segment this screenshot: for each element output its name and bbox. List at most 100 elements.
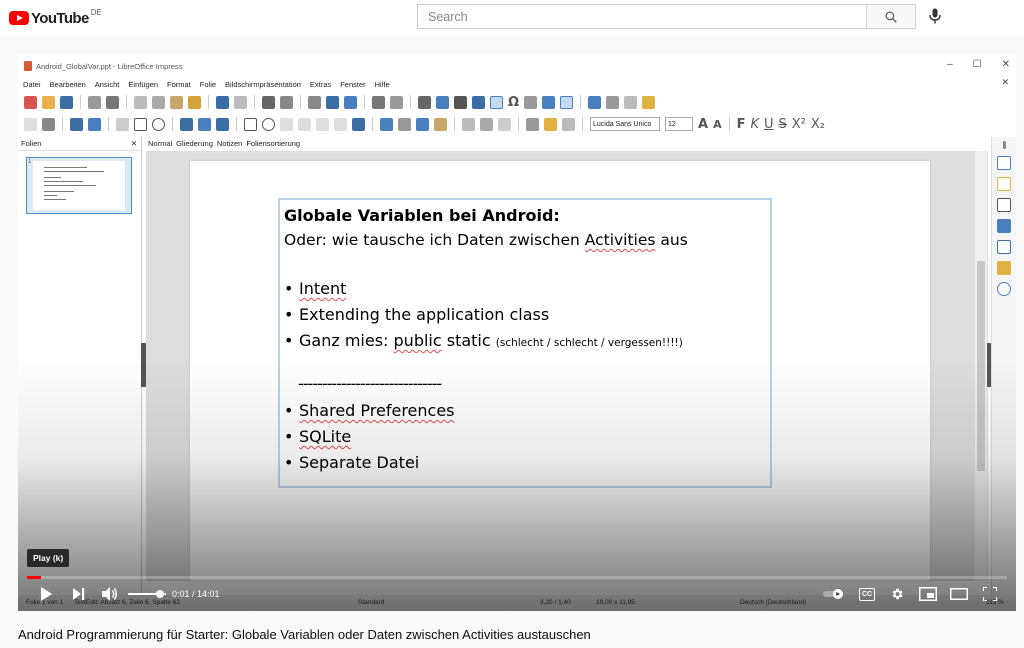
tab-gliederung: Gliederung [176,139,213,148]
search-placeholder: Search [428,9,468,24]
cut-icon [134,95,147,109]
toolbar-separator [728,117,730,131]
time-display: 0:01 / 14:01 [172,589,220,599]
3d-objects-icon [352,117,365,131]
image-icon [436,95,449,109]
lo-window-title: Android_GlobalVar.ppt - LibreOffice Impr… [36,61,183,71]
fontwork-icon [524,95,538,109]
curve-icon [198,117,211,131]
toolbar-separator [236,117,237,131]
styles-icon [997,240,1011,254]
symbol-shapes-icon [262,117,275,131]
zoom-icon [42,117,55,131]
bullet: • [284,453,294,472]
miniplayer-button[interactable] [917,583,939,605]
search-button[interactable] [866,4,916,29]
menu-folie: Folie [199,79,217,89]
media-icon [454,95,467,109]
toolbar-separator [410,95,411,109]
glue-points-icon [544,117,557,131]
align-icon [398,117,411,131]
export-pdf-icon [88,95,101,109]
progress-fill [27,576,41,579]
thumbnail-line [44,177,62,178]
toolbar-separator [372,117,373,131]
settings-button[interactable] [886,583,908,605]
progress-bar[interactable] [27,576,1007,579]
line-color-icon [70,117,83,131]
bullet-text: static [441,331,496,350]
slide-subtitle: Oder: wie tausche ich Daten zwischen Act… [284,228,766,252]
underline-icon: U [764,116,774,132]
youtube-logo-text: YouTube [31,9,89,27]
bullet-text: Ganz mies: [299,331,394,350]
thumbnail-line [44,167,87,168]
menu-format: Format [167,79,191,89]
search-input[interactable]: Search [417,4,867,29]
font-size-box: 12 [665,117,693,131]
subscript-icon: X₂ [810,116,826,132]
theater-icon [950,588,968,600]
subtitle-text: Oder: wie tausche ich Daten zwischen [284,231,585,249]
play-button[interactable] [36,583,56,605]
lo-title-bar: Android_GlobalVar.ppt - LibreOffice Impr… [18,55,1016,77]
autoplay-icon [823,589,843,599]
tab-foliensortierung: Foliensortierung [246,139,301,148]
next-button[interactable] [70,583,88,605]
vertical-scrollbar [975,151,987,581]
close-document-icon: ✕ [1001,77,1009,87]
close-pane-icon: ✕ [130,139,137,148]
subtitles-button[interactable]: CC [856,583,878,605]
open-icon [42,95,55,109]
divider-line: ------------------------------ [298,374,442,393]
view-tabs: Normal Gliederung Notizen Foliensortieru… [148,139,300,148]
redo-icon [234,95,247,109]
toolbar-separator [580,95,582,109]
autoplay-toggle[interactable] [822,583,846,605]
bullet-text: Intent [299,279,347,298]
menu-bearbeiten: Bearbeiten [49,79,86,89]
youtube-logo[interactable]: YouTube DE [9,8,102,28]
mute-button[interactable] [100,583,120,605]
animation-icon [624,95,638,109]
maximize-icon: ☐ [972,59,982,70]
volume-knob[interactable] [156,590,165,598]
slides-pane-title: Folien [21,139,42,148]
clone-format-icon [188,95,201,109]
voice-search-button[interactable] [925,6,945,26]
master-slides-icon [997,219,1011,233]
grow-font-icon: A [698,116,709,132]
toolbar-separator [300,95,301,109]
thumbnail-line [44,199,66,200]
menu-bildschirmpraesentation: Bildschirmpräsentation [225,79,301,89]
animation-sidebar-icon [997,198,1011,212]
master-slide-icon [344,95,357,109]
ellipse-icon [152,117,165,131]
toolbar-separator [454,117,455,131]
menu-extras: Extras [309,79,332,89]
special-character-icon: Ω [508,94,520,110]
chart-icon [472,95,485,109]
toggle-extrusion-icon [562,117,575,131]
spelling-icon [280,95,293,109]
toolbar-separator [172,117,173,131]
bullet: • [284,331,294,350]
print-icon [106,95,119,109]
minimize-icon: – [947,59,953,70]
slide-textbox: Globale Variablen bei Android: Oder: wie… [278,198,772,488]
theater-mode-button[interactable] [948,583,970,605]
arrow-icon [180,117,193,131]
textbox-icon [490,95,503,109]
bullet-item: • Shared Preferences [284,398,766,424]
menu-datei: Datei [23,79,41,89]
bullet-text: SQLite [299,427,352,446]
fullscreen-button[interactable] [979,583,1001,605]
arrange-icon [416,117,429,131]
video-player[interactable]: Android_GlobalVar.ppt - LibreOffice Impr… [18,55,1016,611]
bullet: • [284,427,294,446]
slide-transition-icon [997,177,1011,191]
properties-icon [997,156,1011,170]
bullet-item: • Separate Datei [284,450,766,476]
shrink-font-icon: A [713,117,722,131]
basic-shapes-icon [244,117,257,131]
